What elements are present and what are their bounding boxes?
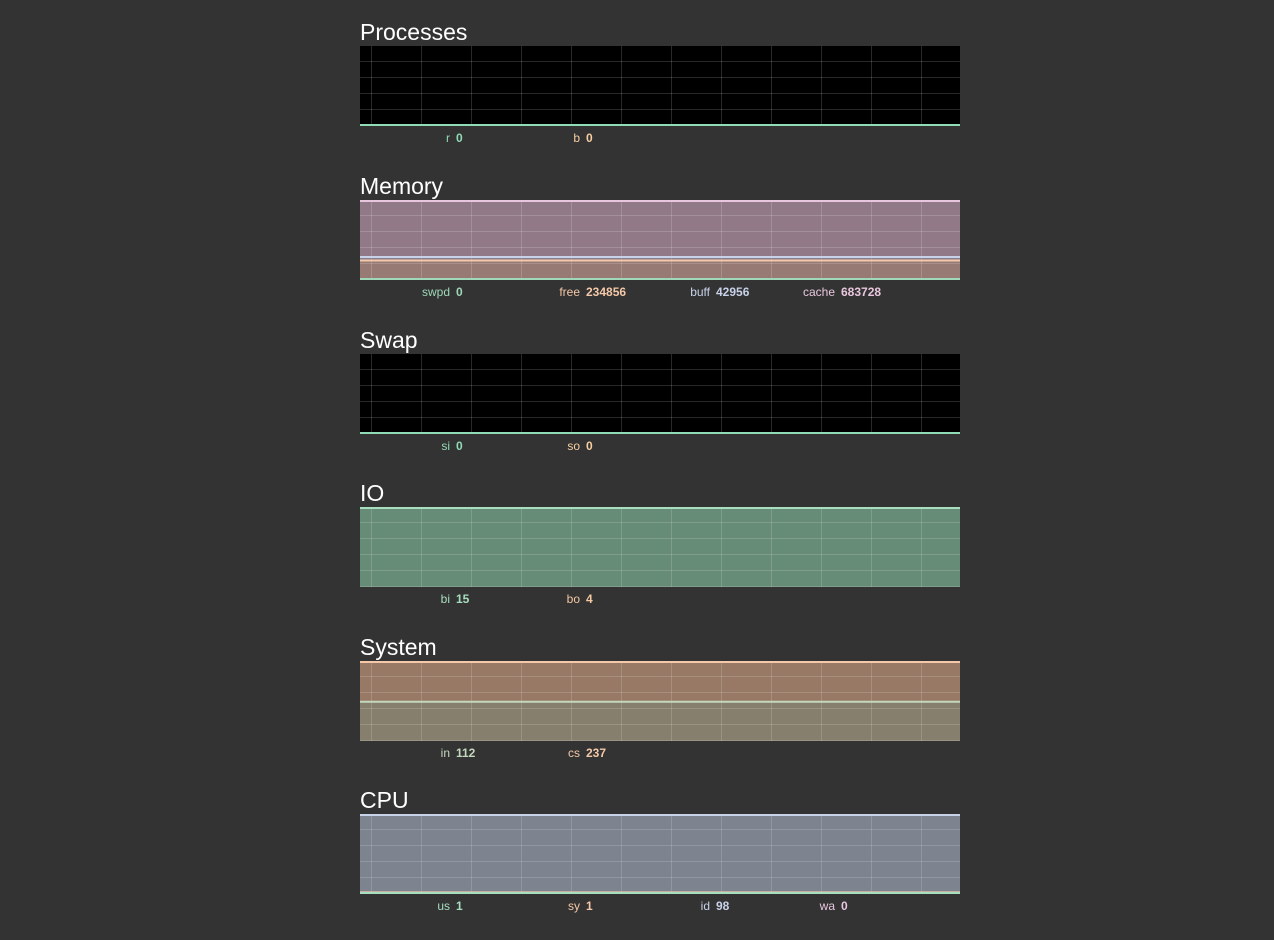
- legend-label: r: [446, 131, 450, 145]
- legend-item-so: so 0: [490, 439, 593, 453]
- legend-value: 1: [586, 899, 593, 913]
- legend-value: 0: [586, 131, 593, 145]
- legend-label: sy: [568, 899, 580, 913]
- legend-label: us: [437, 899, 450, 913]
- legend-value: 0: [456, 439, 463, 453]
- legend-label: in: [440, 746, 450, 760]
- legend-item-sy: sy 1: [490, 899, 593, 913]
- legend-cpu: us 1 sy 1 id 98 wa 0: [360, 894, 960, 918]
- dashboard: Processes r 0 b 0 Memory swpd 0 free 234856 buff 42…: [360, 18, 960, 940]
- legend-label: cache: [802, 285, 835, 299]
- legend-label: si: [441, 439, 450, 453]
- legend-value: 1: [456, 899, 463, 913]
- legend-value: 0: [456, 285, 463, 299]
- legend-value: 4: [586, 592, 593, 606]
- section-cpu: CPU us 1 sy 1 id 98 wa 0: [360, 786, 960, 940]
- legend-item-bo: bo 4: [490, 592, 593, 606]
- legend-io: bi 15 bo 4: [360, 587, 960, 611]
- legend-label: bi: [440, 592, 450, 606]
- legend-value: 0: [841, 899, 848, 913]
- legend-memory: swpd 0 free 234856 buff 42956 cache 683728: [360, 280, 960, 304]
- graph-background: [360, 354, 960, 434]
- legend-value: 98: [716, 899, 730, 913]
- legend-item-cs: cs 237: [490, 746, 606, 760]
- legend-item-b: b0: [490, 131, 593, 145]
- legend-value: 237: [586, 746, 607, 760]
- legend-label: swpd: [421, 285, 450, 299]
- graph-io: [360, 507, 960, 587]
- legend-value: 112: [456, 746, 476, 760]
- legend-value: 0: [586, 439, 593, 453]
- legend-label: b: [573, 131, 580, 145]
- graph-swap: [360, 354, 960, 434]
- legend-label: cs: [568, 746, 580, 760]
- legend-value: 15: [456, 592, 470, 606]
- section-swap: Swap si 0 so 0: [360, 326, 960, 479]
- section-system: System in 112 cs 237: [360, 633, 960, 786]
- section-title-io: IO: [360, 480, 385, 506]
- section-processes: Processes r 0 b 0: [360, 18, 960, 172]
- legend-item-buff: buff 42956: [620, 285, 749, 299]
- section-title-cpu: CPU: [360, 787, 409, 813]
- legend-label: id: [700, 899, 710, 913]
- legend-item-r: r0: [360, 131, 463, 145]
- graph-cpu: [360, 814, 960, 894]
- area-in: [360, 701, 960, 741]
- legend-processes: r0b0: [360, 126, 960, 150]
- legend-label: bo: [566, 592, 580, 606]
- legend-label: buff: [690, 285, 710, 299]
- legend-item-swpd: swpd 0: [360, 285, 463, 299]
- legend-item-in: in 112: [360, 746, 476, 760]
- legend-item-id: id 98: [620, 899, 730, 913]
- area-cs: [360, 661, 960, 702]
- section-title-processes: Processes: [360, 19, 468, 45]
- graph-processes: [360, 46, 960, 126]
- graph-background: [360, 46, 960, 126]
- legend-item-si: si 0: [360, 439, 463, 453]
- section-memory: Memory swpd 0 free 234856 buff 42956 cache 68372…: [360, 172, 960, 326]
- legend-value: 683728: [841, 285, 882, 299]
- section-title-system: System: [360, 634, 437, 660]
- section-io: IO bi 15 bo 4: [360, 479, 960, 633]
- area-bi: [360, 507, 960, 587]
- legend-swap: si 0 so 0: [360, 434, 960, 458]
- graph-memory: [360, 200, 960, 280]
- legend-item-free: free 234856: [490, 285, 626, 299]
- graph-system: [360, 661, 960, 741]
- section-title-memory: Memory: [360, 173, 444, 199]
- legend-item-bi: bi 15: [360, 592, 470, 606]
- legend-label: free: [559, 285, 580, 299]
- legend-item-us: us 1: [360, 899, 463, 913]
- legend-value: 0: [456, 131, 463, 145]
- legend-label: so: [567, 439, 580, 453]
- legend-item-cache: cache 683728: [745, 285, 881, 299]
- section-title-swap: Swap: [360, 327, 418, 353]
- area-cache: [360, 200, 960, 258]
- legend-item-wa: wa 0: [745, 899, 848, 913]
- area-id: [360, 814, 960, 893]
- legend-label: wa: [819, 899, 835, 913]
- legend-system: in 112 cs 237: [360, 741, 960, 765]
